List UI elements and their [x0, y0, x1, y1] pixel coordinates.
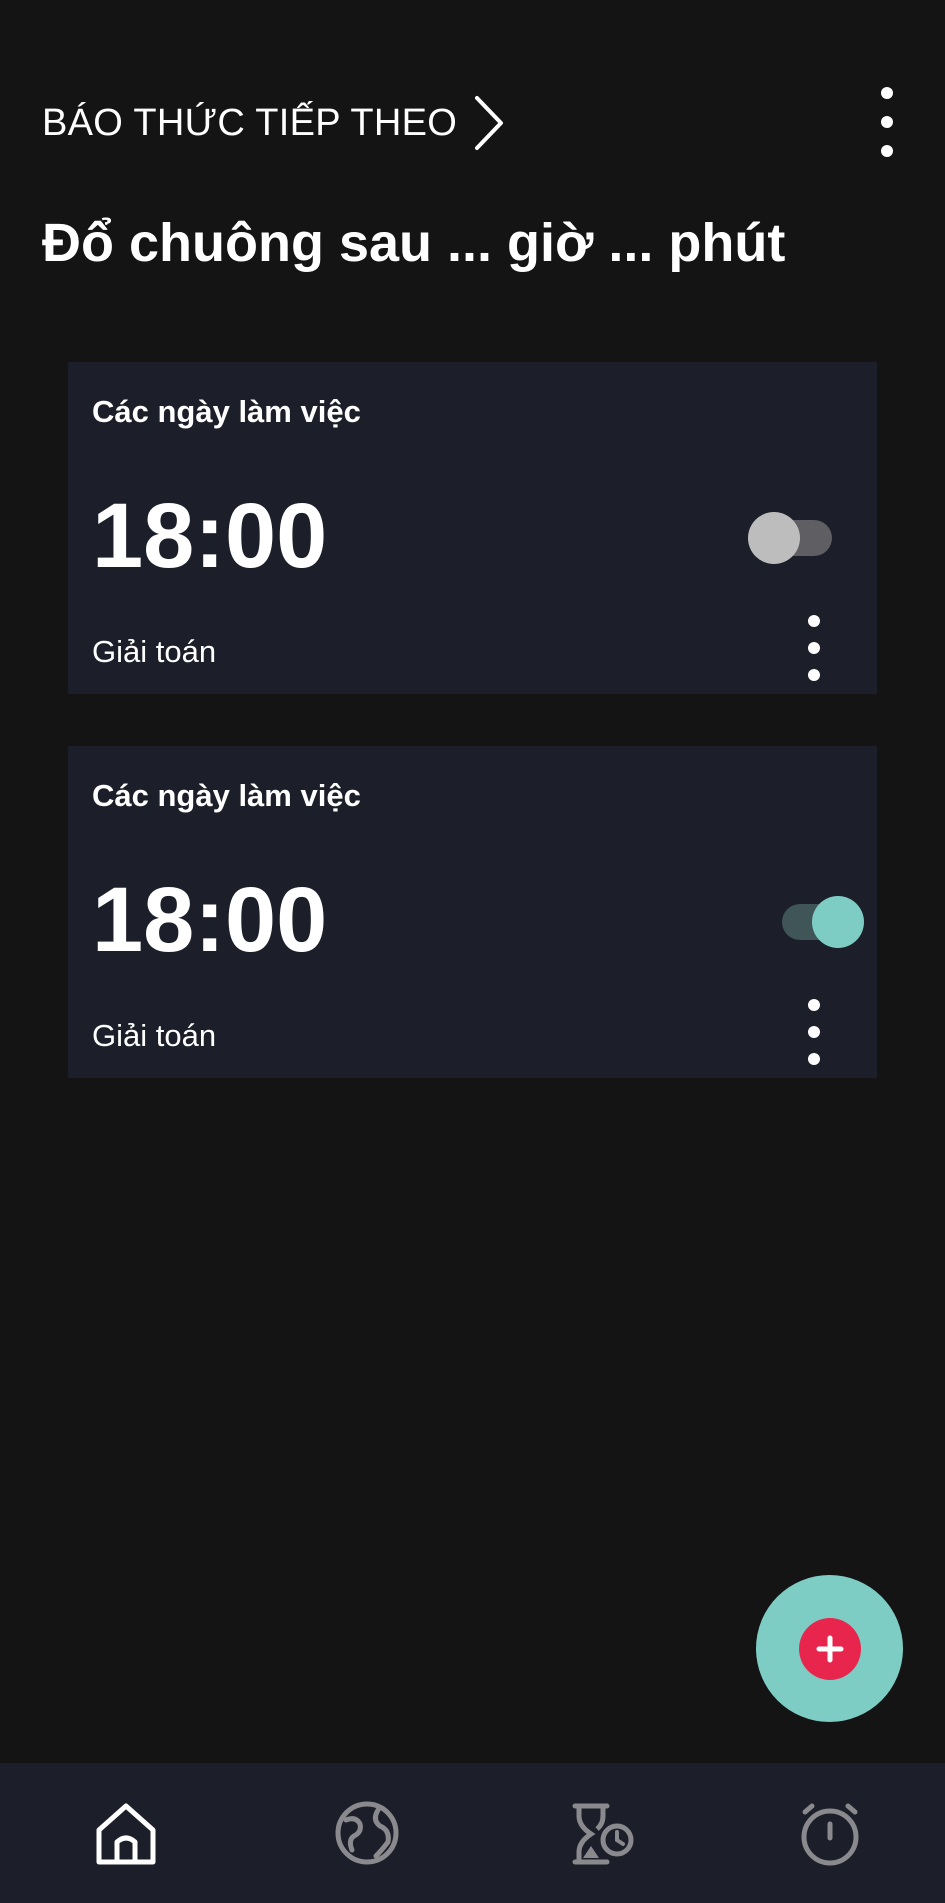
next-alarm-title: BÁO THỨC TIẾP THEO	[42, 101, 458, 144]
alarm-time: 18:00	[92, 485, 328, 587]
time-until-alarm: Đổ chuông sau ... giờ ... phút	[42, 213, 786, 273]
alarm-time: 18:00	[92, 869, 328, 971]
alarm-card[interactable]: Các ngày làm việc 18:00 Giải toán	[68, 362, 877, 694]
stopwatch-icon	[801, 1803, 859, 1866]
alarm-task: Giải toán	[92, 1018, 217, 1053]
nav-stopwatch[interactable]	[790, 1793, 870, 1873]
chevron-right-icon	[471, 92, 505, 154]
alarm-options-button[interactable]	[792, 610, 836, 686]
next-alarm-header[interactable]: BÁO THỨC TIẾP THEO	[42, 92, 505, 154]
alarm-task: Giải toán	[92, 634, 217, 669]
more-options-button[interactable]	[862, 84, 912, 160]
alarm-options-button[interactable]	[792, 994, 836, 1070]
alarm-card[interactable]: Các ngày làm việc 18:00 Giải toán	[68, 746, 877, 1078]
alarm-days: Các ngày làm việc	[92, 394, 361, 429]
add-alarm-button[interactable]	[756, 1575, 903, 1722]
nav-alarm-home[interactable]	[86, 1793, 166, 1873]
nav-timer[interactable]	[562, 1793, 642, 1873]
globe-icon	[335, 1801, 399, 1865]
home-icon	[96, 1803, 156, 1865]
alarm-toggle[interactable]	[748, 508, 844, 564]
nav-world-clock[interactable]	[327, 1793, 407, 1873]
hourglass-timer-icon	[572, 1803, 634, 1865]
more-vert-icon	[808, 615, 820, 681]
more-vert-icon	[881, 87, 893, 157]
more-vert-icon	[808, 999, 820, 1065]
alarm-toggle[interactable]	[770, 892, 866, 948]
alarm-days: Các ngày làm việc	[92, 778, 361, 813]
toggle-thumb	[812, 896, 864, 948]
add-icon	[798, 1617, 861, 1680]
bottom-navigation	[0, 1763, 945, 1903]
toggle-thumb	[748, 512, 800, 564]
